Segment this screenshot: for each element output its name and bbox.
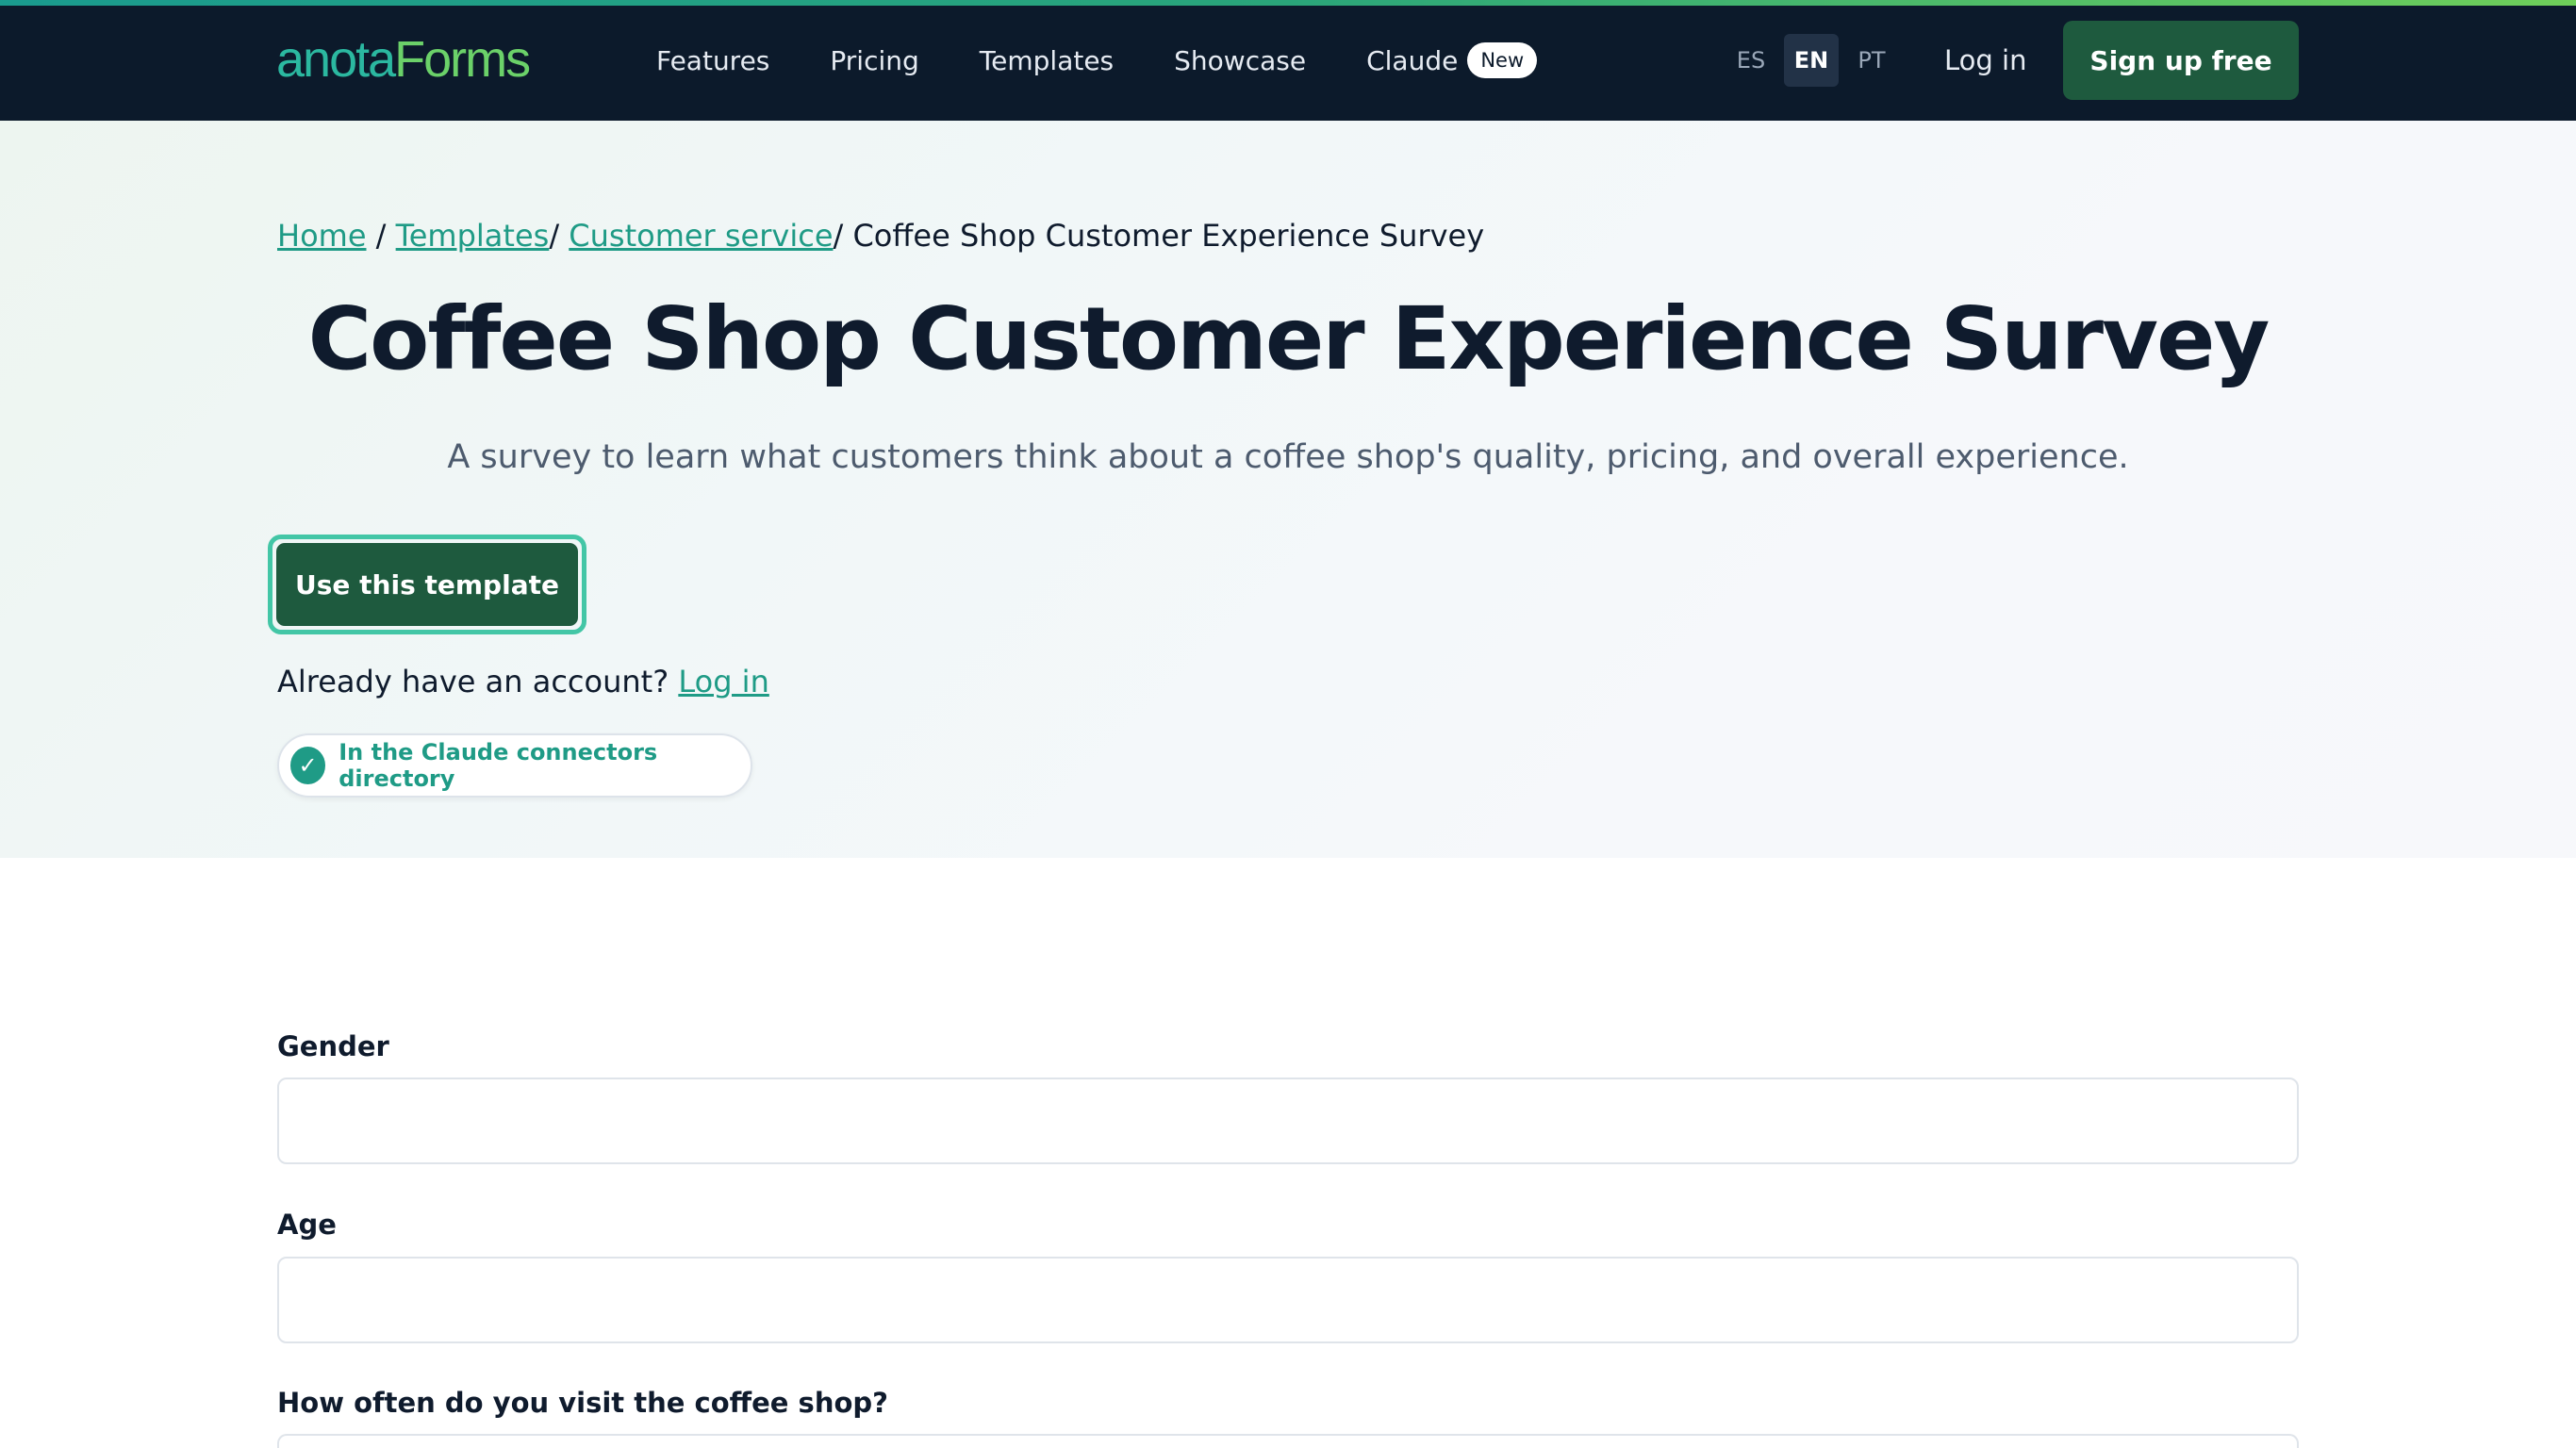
page-title: Coffee Shop Customer Experience Survey (307, 288, 2271, 389)
logo-text-anota: anota (276, 31, 396, 88)
lang-en[interactable]: EN (1784, 34, 1839, 87)
claude-connectors-badge[interactable]: ✓ In the Claude connectors directory (277, 733, 752, 798)
nav-features[interactable]: Features (656, 45, 769, 76)
nav-claude-label: Claude (1366, 44, 1459, 76)
main-nav: Features Pricing Templates Showcase Clau… (656, 0, 1538, 121)
header-login-link[interactable]: Log in (1944, 34, 2026, 87)
nav-templates[interactable]: Templates (980, 45, 1114, 76)
anota-forms-logo[interactable]: anotaForms (276, 28, 531, 90)
logo-text-forms: Forms (394, 31, 531, 88)
use-template-button-focus-ring: Use this template (268, 535, 586, 634)
breadcrumb: Home / Templates/ Customer service/ Coff… (277, 215, 1484, 256)
already-have-account-text: Already have an account? (277, 664, 679, 699)
already-have-account: Already have an account? Log in (277, 660, 769, 703)
gender-input[interactable] (277, 1078, 2299, 1164)
breadcrumb-customer-service[interactable]: Customer service (569, 218, 833, 254)
language-switcher: ES EN PT (1724, 34, 1899, 87)
use-template-button[interactable]: Use this template (276, 543, 578, 626)
login-link[interactable]: Log in (678, 664, 769, 699)
check-circle-icon: ✓ (290, 747, 326, 784)
visit-frequency-input[interactable] (277, 1434, 2299, 1448)
breadcrumb-current: Coffee Shop Customer Experience Survey (852, 218, 1485, 254)
lang-pt[interactable]: PT (1844, 34, 1899, 87)
breadcrumb-templates[interactable]: Templates (396, 218, 550, 254)
age-label: Age (277, 1209, 337, 1241)
page-subtitle: A survey to learn what customers think a… (447, 438, 2129, 476)
top-navigation-bar: anotaForms Features Pricing Templates Sh… (0, 0, 2576, 121)
breadcrumb-separator: / (833, 218, 853, 254)
breadcrumb-separator: / (366, 218, 396, 254)
lang-es[interactable]: ES (1724, 34, 1778, 87)
nav-claude[interactable]: Claude New (1366, 42, 1538, 78)
new-badge: New (1467, 42, 1538, 78)
sign-up-free-button[interactable]: Sign up free (2063, 21, 2299, 100)
gender-label: Gender (277, 1030, 389, 1062)
breadcrumb-home[interactable]: Home (277, 218, 367, 254)
breadcrumb-separator: / (549, 218, 570, 254)
nav-showcase[interactable]: Showcase (1174, 45, 1306, 76)
age-input[interactable] (277, 1257, 2299, 1343)
visit-frequency-label: How often do you visit the coffee shop? (277, 1387, 888, 1419)
nav-pricing[interactable]: Pricing (830, 45, 918, 76)
claude-connectors-text: In the Claude connectors directory (339, 739, 658, 792)
